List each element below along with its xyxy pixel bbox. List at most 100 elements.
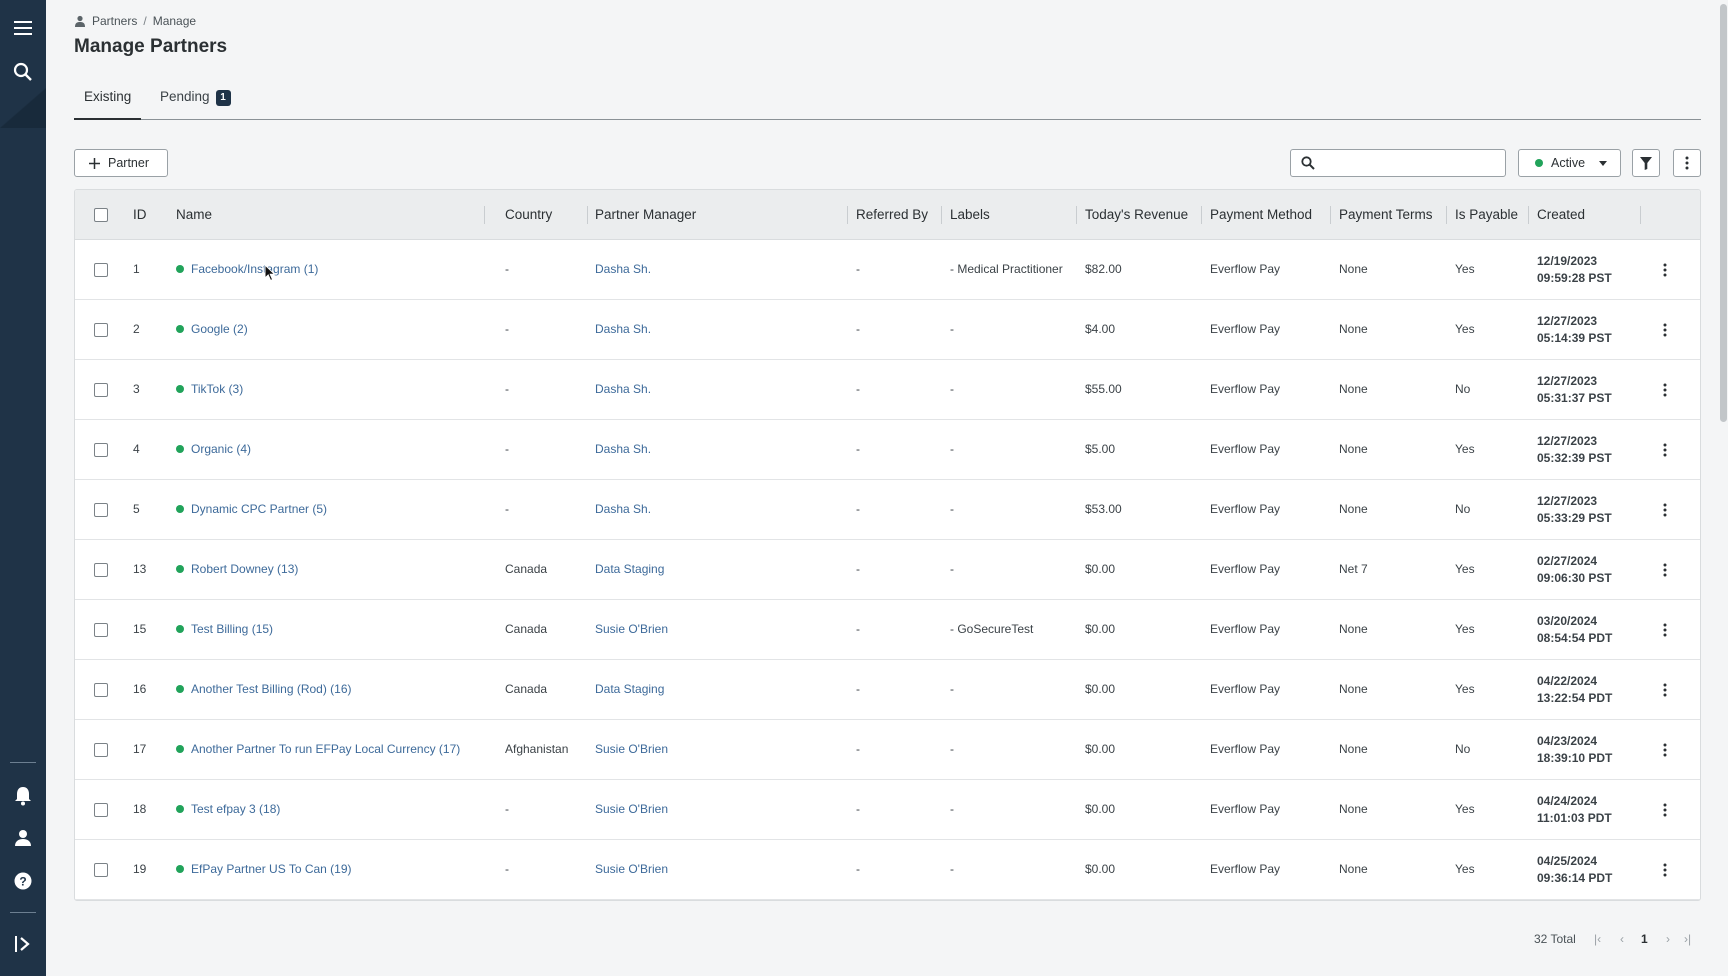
- bell-icon[interactable]: [0, 778, 46, 814]
- cell-name[interactable]: Robert Downey (13): [176, 562, 298, 576]
- row-actions-button[interactable]: [1655, 500, 1675, 520]
- row-checkbox[interactable]: [94, 323, 108, 337]
- cell-partner-manager[interactable]: Dasha Sh.: [595, 442, 651, 456]
- row-checkbox[interactable]: [94, 743, 108, 757]
- cell-partner-manager[interactable]: Data Staging: [595, 562, 664, 576]
- status-filter-select[interactable]: Active: [1518, 149, 1621, 177]
- column-header-referred-by[interactable]: Referred By: [856, 207, 928, 222]
- current-page[interactable]: 1: [1641, 932, 1648, 946]
- cell-name[interactable]: Test efpay 3 (18): [176, 802, 280, 816]
- table-row[interactable]: Dynamic CPC Partner (5) 5 - Dasha Sh. - - $53.…: [75, 480, 1700, 540]
- row-actions-button[interactable]: [1655, 800, 1675, 820]
- partner-name-link[interactable]: Test efpay 3 (18): [191, 802, 280, 816]
- cell-created: 12/27/2023 05:32:39 PST: [1537, 433, 1612, 467]
- row-checkbox[interactable]: [94, 563, 108, 577]
- cell-name[interactable]: Another Test Billing (Rod) (16): [176, 682, 352, 696]
- table-row[interactable]: Robert Downey (13) 13 Canada Data Staging - -…: [75, 540, 1700, 600]
- cell-partner-manager[interactable]: Dasha Sh.: [595, 382, 651, 396]
- next-page-button[interactable]: ›: [1666, 932, 1670, 946]
- expand-sidebar-icon[interactable]: [0, 926, 46, 962]
- cell-name[interactable]: Facebook/Instagram (1): [176, 262, 318, 276]
- cell-name[interactable]: Google (2): [176, 322, 248, 336]
- column-header-payment-terms[interactable]: Payment Terms: [1339, 207, 1433, 222]
- cell-partner-manager[interactable]: Dasha Sh.: [595, 502, 651, 516]
- add-partner-button[interactable]: Partner: [74, 149, 168, 177]
- cell-name[interactable]: EfPay Partner US To Can (19): [176, 862, 352, 876]
- row-actions-button[interactable]: [1655, 440, 1675, 460]
- select-all-checkbox[interactable]: [94, 208, 108, 222]
- table-row[interactable]: EfPay Partner US To Can (19) 19 - Susie O'B…: [75, 840, 1700, 900]
- table-row[interactable]: Organic (4) 4 - Dasha Sh. - - $5.00 Everflow Pa…: [75, 420, 1700, 480]
- row-actions-button[interactable]: [1655, 860, 1675, 880]
- cell-partner-manager[interactable]: Dasha Sh.: [595, 262, 651, 276]
- cell-name[interactable]: Organic (4): [176, 442, 251, 456]
- column-header-name[interactable]: Name: [176, 207, 212, 222]
- row-actions-button[interactable]: [1655, 380, 1675, 400]
- help-icon[interactable]: ?: [0, 863, 46, 899]
- column-header-payment-method[interactable]: Payment Method: [1210, 207, 1312, 222]
- column-header-is-payable[interactable]: Is Payable: [1455, 207, 1518, 222]
- row-actions-button[interactable]: [1655, 320, 1675, 340]
- column-header-partner-manager[interactable]: Partner Manager: [595, 207, 696, 222]
- more-options-button[interactable]: [1673, 149, 1701, 177]
- table-row[interactable]: Test efpay 3 (18) 18 - Susie O'Brien - - $0.00…: [75, 780, 1700, 840]
- partner-name-link[interactable]: TikTok (3): [191, 382, 243, 396]
- partner-name-link[interactable]: Organic (4): [191, 442, 251, 456]
- search-icon[interactable]: [0, 54, 46, 90]
- row-checkbox[interactable]: [94, 263, 108, 277]
- cell-name[interactable]: Test Billing (15): [176, 622, 273, 636]
- row-actions-button[interactable]: [1655, 680, 1675, 700]
- cell-partner-manager[interactable]: Susie O'Brien: [595, 742, 668, 756]
- cell-partner-manager[interactable]: Susie O'Brien: [595, 802, 668, 816]
- cell-partner-manager[interactable]: Susie O'Brien: [595, 622, 668, 636]
- filter-button[interactable]: [1632, 149, 1660, 177]
- row-actions-button[interactable]: [1655, 740, 1675, 760]
- table-row[interactable]: Another Partner To run EFPay Local Curre…: [75, 720, 1700, 780]
- row-checkbox[interactable]: [94, 383, 108, 397]
- partner-name-link[interactable]: Facebook/Instagram (1): [191, 262, 318, 276]
- user-icon[interactable]: [0, 820, 46, 856]
- cell-partner-manager[interactable]: Susie O'Brien: [595, 862, 668, 876]
- row-actions-button[interactable]: [1655, 560, 1675, 580]
- table-row[interactable]: Test Billing (15) 15 Canada Susie O'Brien - -…: [75, 600, 1700, 660]
- prev-page-button[interactable]: ‹: [1620, 932, 1624, 946]
- table-row[interactable]: Facebook/Instagram (1) 1 - Dasha Sh. - - Medi…: [75, 240, 1700, 300]
- cell-name[interactable]: Dynamic CPC Partner (5): [176, 502, 327, 516]
- row-checkbox[interactable]: [94, 683, 108, 697]
- cell-partner-manager[interactable]: Data Staging: [595, 682, 664, 696]
- column-header-id[interactable]: ID: [133, 207, 147, 222]
- search-field[interactable]: [1290, 149, 1506, 177]
- breadcrumb-partners[interactable]: Partners: [92, 14, 137, 28]
- row-checkbox[interactable]: [94, 623, 108, 637]
- partner-name-link[interactable]: Another Partner To run EFPay Local Curre…: [191, 742, 460, 756]
- first-page-button[interactable]: |‹: [1594, 932, 1601, 946]
- column-header-todays-revenue[interactable]: Today's Revenue: [1085, 207, 1188, 222]
- partner-name-link[interactable]: EfPay Partner US To Can (19): [191, 862, 352, 876]
- row-actions-button[interactable]: [1655, 260, 1675, 280]
- partner-name-link[interactable]: Dynamic CPC Partner (5): [191, 502, 327, 516]
- cell-name[interactable]: TikTok (3): [176, 382, 243, 396]
- row-checkbox[interactable]: [94, 443, 108, 457]
- partner-name-link[interactable]: Google (2): [191, 322, 248, 336]
- search-input[interactable]: [1321, 156, 1501, 170]
- partner-name-link[interactable]: Robert Downey (13): [191, 562, 298, 576]
- menu-icon[interactable]: [0, 10, 46, 46]
- table-row[interactable]: Google (2) 2 - Dasha Sh. - - $4.00 Everflow Pay…: [75, 300, 1700, 360]
- cell-partner-manager[interactable]: Dasha Sh.: [595, 322, 651, 336]
- column-header-created[interactable]: Created: [1537, 207, 1585, 222]
- tab-pending[interactable]: Pending 1: [150, 84, 241, 120]
- row-checkbox[interactable]: [94, 803, 108, 817]
- tab-existing[interactable]: Existing: [74, 84, 142, 120]
- partner-name-link[interactable]: Another Test Billing (Rod) (16): [191, 682, 352, 696]
- column-header-country[interactable]: Country: [505, 207, 552, 222]
- row-checkbox[interactable]: [94, 503, 108, 517]
- table-row[interactable]: Another Test Billing (Rod) (16) 16 Canada D…: [75, 660, 1700, 720]
- partner-name-link[interactable]: Test Billing (15): [191, 622, 273, 636]
- cell-name[interactable]: Another Partner To run EFPay Local Curre…: [176, 742, 460, 756]
- last-page-button[interactable]: ›|: [1684, 932, 1691, 946]
- row-actions-button[interactable]: [1655, 620, 1675, 640]
- row-checkbox[interactable]: [94, 863, 108, 877]
- table-row[interactable]: TikTok (3) 3 - Dasha Sh. - - $55.00 Everflow Pa…: [75, 360, 1700, 420]
- scrollbar-thumb[interactable]: [1720, 4, 1727, 422]
- column-header-labels[interactable]: Labels: [950, 207, 990, 222]
